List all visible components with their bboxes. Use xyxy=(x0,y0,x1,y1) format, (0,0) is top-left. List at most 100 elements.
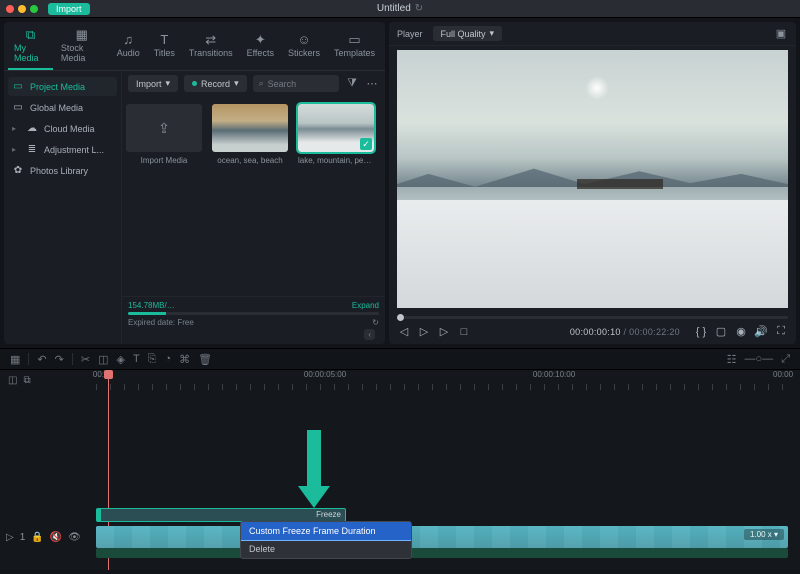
titlebar: Import Untitled ↻ xyxy=(0,0,800,18)
redo-icon[interactable]: ↷ xyxy=(55,353,64,366)
media-panel: ⧉My Media ▦Stock Media ♫Audio TTitles ⇄T… xyxy=(4,22,385,344)
mixer-icon[interactable]: ☷ xyxy=(727,353,737,366)
play-icon[interactable]: ▷ xyxy=(437,325,451,338)
progress-handle[interactable] xyxy=(397,314,404,321)
titles-icon: T xyxy=(160,33,168,46)
volume-icon[interactable]: 🔊 xyxy=(754,325,768,338)
step-back-icon[interactable]: ▷ xyxy=(417,325,431,338)
fullscreen-icon[interactable]: ⛶ xyxy=(774,325,788,338)
tab-effects[interactable]: ✦Effects xyxy=(241,24,280,70)
tab-my-media[interactable]: ⧉My Media xyxy=(8,24,53,70)
more-icon[interactable]: ⋯ xyxy=(365,77,379,91)
fit-icon[interactable]: ⤢ xyxy=(781,353,790,366)
title-text: Untitled xyxy=(377,3,411,14)
link-icon[interactable]: ⧉ xyxy=(23,375,30,386)
tag-icon[interactable]: ◈ xyxy=(116,353,124,366)
close-window-icon[interactable] xyxy=(6,5,14,13)
player-tab[interactable]: Player xyxy=(397,29,423,39)
prev-frame-icon[interactable]: ◁ xyxy=(397,325,411,338)
video-clip[interactable]: 1.00 x ▾ xyxy=(96,526,788,548)
filter-icon[interactable]: ⧩ xyxy=(345,77,359,91)
braces-icon[interactable]: { } xyxy=(694,326,708,338)
tab-stickers[interactable]: ☺Stickers xyxy=(282,24,326,70)
timeline-toolbar: ▦ ↶ ↷ ✂ ◫ ◈ T ⎘ ◔ ⌘ 🗑 ☷ —○— ⤢ xyxy=(0,348,800,370)
freeze-label: Freeze xyxy=(316,510,341,519)
check-icon: ✓ xyxy=(360,138,372,150)
import-media-card[interactable]: ⇪ Import Media xyxy=(126,104,202,165)
text-icon[interactable]: T xyxy=(133,353,140,365)
tracks-icon[interactable]: ◫ xyxy=(8,375,17,386)
ruler-label: 00:00:05:00 xyxy=(304,370,346,379)
freeze-frame-segment[interactable]: Freeze xyxy=(96,508,346,522)
sidebar-item-project-media[interactable]: ▭ Project Media xyxy=(8,77,117,96)
menu-item-custom-duration[interactable]: Custom Freeze Frame Duration xyxy=(241,522,411,540)
video-preview[interactable] xyxy=(397,50,788,308)
link-icon[interactable]: ⌘ xyxy=(179,353,190,366)
sidebar-item-adjustment-layer[interactable]: ▸ ≣ Adjustment L... xyxy=(8,140,117,159)
upload-icon: ⇪ xyxy=(158,120,170,137)
quality-dropdown[interactable]: Full Quality ▾ xyxy=(433,26,503,41)
chevron-down-icon: ▾ xyxy=(234,78,239,89)
camera-icon[interactable]: ◉ xyxy=(734,325,748,338)
snapshot-icon[interactable]: ▣ xyxy=(774,27,788,41)
stock-media-icon: ▦ xyxy=(76,28,88,41)
maximize-window-icon[interactable] xyxy=(30,5,38,13)
minimize-window-icon[interactable] xyxy=(18,5,26,13)
audio-waveform[interactable] xyxy=(96,548,788,558)
tab-stock-media[interactable]: ▦Stock Media xyxy=(55,24,109,70)
sidebar-item-label: Adjustment L... xyxy=(44,145,104,155)
import-dropdown[interactable]: Import ▾ xyxy=(128,75,178,92)
storage-usage: 154.78MB/… xyxy=(128,301,175,310)
expand-link[interactable]: Expand xyxy=(352,301,379,310)
mute-icon[interactable]: 🔇 xyxy=(50,532,62,543)
progress-bar[interactable] xyxy=(397,316,788,319)
tab-titles[interactable]: TTitles xyxy=(148,24,181,70)
stop-icon[interactable]: □ xyxy=(457,326,471,338)
sidebar-item-label: Project Media xyxy=(30,82,85,92)
history-icon[interactable]: ↻ xyxy=(415,3,423,14)
track-number: 1 xyxy=(20,532,26,543)
refresh-icon[interactable]: ↻ xyxy=(372,318,379,327)
grid-icon[interactable]: ▦ xyxy=(10,353,20,366)
sidebar-item-global-media[interactable]: ▭ Global Media xyxy=(8,98,117,117)
undo-icon[interactable]: ↶ xyxy=(37,353,46,366)
scissors-icon[interactable]: ✂ xyxy=(81,353,90,366)
search-icon: ⌕ xyxy=(259,78,264,89)
speed-icon[interactable]: ◔ xyxy=(164,353,171,365)
time-ruler[interactable]: 00:00 00:00:05:00 00:00:10:00 00:00 xyxy=(96,370,790,390)
media-thumb: ✓ xyxy=(298,104,374,152)
lock-icon[interactable]: 🔒 xyxy=(31,532,43,543)
my-media-icon: ⧉ xyxy=(26,28,35,41)
context-menu: Custom Freeze Frame Duration Delete xyxy=(240,521,412,559)
clip-zoom-badge: 1.00 x ▾ xyxy=(744,529,784,540)
sidebar-item-photos-library[interactable]: ✿ Photos Library xyxy=(8,161,117,180)
card-caption: Import Media xyxy=(126,156,202,165)
eye-icon[interactable]: 👁 xyxy=(68,532,81,543)
import-button[interactable]: Import xyxy=(48,3,90,15)
display-icon[interactable]: ▢ xyxy=(714,325,728,338)
card-caption: ocean, sea, beach xyxy=(212,156,288,165)
media-card-ocean[interactable]: ocean, sea, beach xyxy=(212,104,288,165)
window-controls xyxy=(6,5,38,13)
tab-transitions[interactable]: ⇄Transitions xyxy=(183,24,239,70)
crop-icon[interactable]: ◫ xyxy=(98,353,108,366)
zoom-slider-icon[interactable]: —○— xyxy=(745,353,774,366)
search-input[interactable]: ⌕ Search xyxy=(253,75,339,92)
source-tabs: ⧉My Media ▦Stock Media ♫Audio TTitles ⇄T… xyxy=(4,22,385,71)
clip-thumbnails xyxy=(96,526,788,548)
tab-templates[interactable]: ▭Templates xyxy=(328,24,381,70)
collapse-icon[interactable]: ‹ xyxy=(364,329,375,340)
timeline: ◫ ⧉ 00:00 00:00:05:00 00:00:10:00 00:00 … xyxy=(0,370,800,570)
record-dropdown[interactable]: Record ▾ xyxy=(184,75,247,92)
media-card-lake[interactable]: ✓ lake, mountain, people xyxy=(298,104,374,165)
gear-icon: ✿ xyxy=(12,165,24,176)
media-sidebar: ▭ Project Media ▭ Global Media ▸ ☁ Cloud… xyxy=(4,71,122,344)
sidebar-item-cloud-media[interactable]: ▸ ☁ Cloud Media xyxy=(8,119,117,138)
trash-icon[interactable]: 🗑 xyxy=(198,353,212,366)
track-play-icon[interactable]: ▷ xyxy=(6,532,14,543)
storage-bar xyxy=(128,312,379,315)
tab-audio[interactable]: ♫Audio xyxy=(111,24,146,70)
copy-icon[interactable]: ⎘ xyxy=(148,353,157,366)
ruler-label: 00:00:10:00 xyxy=(533,370,575,379)
menu-item-delete[interactable]: Delete xyxy=(241,540,411,558)
